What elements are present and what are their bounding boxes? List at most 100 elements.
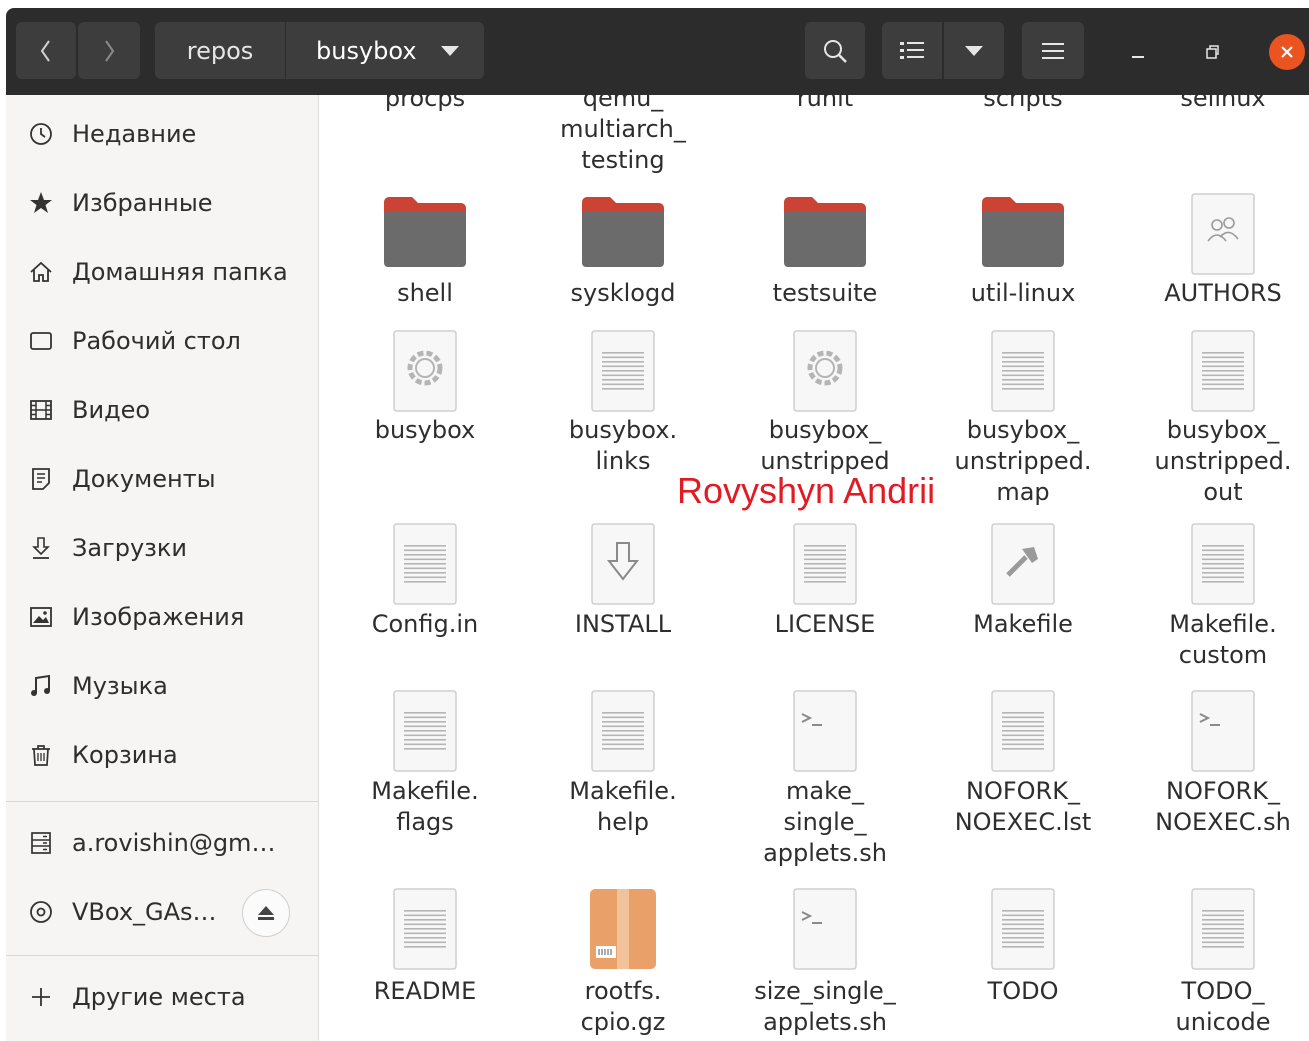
desktop-icon [26, 328, 56, 354]
minimize-button[interactable] [1118, 8, 1158, 95]
sidebar-item-documents[interactable]: Документы [6, 449, 318, 509]
archive-icon [588, 888, 658, 974]
network-drive-icon [26, 830, 56, 856]
sidebar-separator [6, 955, 318, 956]
breadcrumb-repos[interactable]: repos [155, 22, 286, 79]
file-name: make_ single_ applets.sh [763, 777, 887, 867]
folder-icon [580, 193, 666, 273]
sidebar-separator [6, 801, 318, 802]
file-name: README [373, 977, 477, 1005]
document-icon [26, 466, 56, 492]
install-icon [588, 523, 658, 609]
executable-icon [790, 330, 860, 416]
executable-icon [390, 330, 460, 416]
close-icon [1281, 45, 1293, 58]
sidebar-item-label: Недавние [72, 120, 197, 148]
file-name: NOFORK_ NOEXEC.lst [954, 777, 1092, 836]
sidebar-item-label: a.rovishin@gm… [72, 829, 276, 857]
file-grid: procps qemu_ multiarch_ testing runit scrip… [319, 95, 1309, 1041]
text-file-icon [390, 523, 460, 609]
script-icon [1188, 690, 1258, 776]
file-name: procps [384, 95, 466, 112]
clock-icon [26, 121, 56, 147]
file-name: runit [796, 95, 854, 112]
folder-icon [782, 193, 868, 273]
minimize-icon [1132, 55, 1144, 58]
sidebar-item-music[interactable]: Музыка [6, 656, 318, 716]
eject-button[interactable] [242, 889, 290, 937]
file-name: size_single_ applets.sh [754, 977, 896, 1036]
sidebar-item-starred[interactable]: Избранные [6, 173, 318, 233]
search-button[interactable] [805, 22, 865, 79]
sidebar-item-pictures[interactable]: Изображения [6, 587, 318, 647]
sidebar-item-network-drive[interactable]: a.rovishin@gm… [6, 813, 318, 873]
sidebar-item-recent[interactable]: Недавние [6, 104, 318, 164]
file-name: Makefile. help [569, 777, 677, 836]
file-name: busybox. links [568, 416, 678, 475]
file-name: util-linux [970, 279, 1076, 307]
file-name: INSTALL [574, 610, 672, 638]
trash-icon [26, 742, 56, 768]
plus-icon [26, 985, 56, 1009]
menu-button[interactable] [1022, 22, 1084, 79]
sidebar-item-trash[interactable]: Корзина [6, 725, 318, 785]
text-file-icon [588, 690, 658, 776]
script-icon [790, 888, 860, 974]
close-button[interactable] [1264, 8, 1309, 95]
sidebar-item-videos[interactable]: Видео [6, 380, 318, 440]
view-list-button[interactable] [882, 22, 942, 79]
eject-icon [258, 906, 274, 920]
music-icon [26, 673, 56, 699]
file-name: busybox_ unstripped [760, 416, 890, 475]
text-file-icon [390, 888, 460, 974]
file-name: Makefile. flags [371, 777, 479, 836]
sidebar-item-label: VBox_GAs… [72, 898, 217, 926]
file-name: shell [397, 279, 453, 307]
sidebar-item-downloads[interactable]: Загрузки [6, 518, 318, 578]
file-name: LICENSE [774, 610, 876, 638]
hamburger-icon [1042, 42, 1064, 59]
maximize-button[interactable] [1192, 8, 1232, 95]
file-name: NOFORK_ NOEXEC.sh [1155, 777, 1291, 836]
sidebar-item-label: Рабочий стол [72, 327, 241, 355]
sidebar: Недавние Избранные Домашняя папка Рабочи… [6, 95, 319, 1041]
caret-down-icon [440, 45, 459, 56]
file-name: TODO_ unicode [1175, 977, 1271, 1036]
breadcrumb-busybox[interactable]: busybox [286, 22, 484, 79]
file-name: Config.in [371, 610, 479, 638]
list-view-icon [900, 41, 924, 59]
text-file-icon [988, 888, 1058, 974]
sidebar-item-desktop[interactable]: Рабочий стол [6, 311, 318, 371]
header-bar: repos busybox [6, 8, 1309, 95]
text-file-icon [1188, 523, 1258, 609]
sidebar-item-label: Другие места [72, 983, 246, 1011]
caret-down-icon [965, 45, 983, 56]
sidebar-item-label: Видео [72, 396, 151, 424]
sidebar-item-other-places[interactable]: Другие места [6, 967, 318, 1027]
sidebar-item-label: Загрузки [72, 534, 187, 562]
sidebar-item-label: Избранные [72, 189, 213, 217]
file-name: sysklogd [570, 279, 676, 307]
forward-button[interactable] [78, 22, 140, 79]
file-name: qemu_ multiarch_ testing [560, 95, 686, 174]
disc-icon [26, 899, 56, 925]
text-file-icon [790, 523, 860, 609]
text-file-icon [1188, 888, 1258, 974]
sidebar-item-label: Музыка [72, 672, 168, 700]
sidebar-item-label: Домашняя папка [72, 258, 288, 286]
file-name: Makefile [973, 610, 1073, 638]
file-name: Makefile. custom [1169, 610, 1277, 669]
view-options-button[interactable] [944, 22, 1004, 79]
file-name: testsuite [772, 279, 878, 307]
chevron-right-icon [105, 39, 115, 62]
watermark-text: Rovyshyn Andrii [677, 470, 936, 511]
chevron-left-icon [40, 39, 50, 62]
sidebar-item-home[interactable]: Домашняя папка [6, 242, 318, 302]
sidebar-item-label: Документы [72, 465, 216, 493]
sidebar-item-label: Изображения [72, 603, 245, 631]
script-icon [790, 690, 860, 776]
authors-icon [1188, 193, 1258, 279]
back-button[interactable] [16, 22, 76, 79]
file-name: busybox_ unstripped. map [954, 416, 1092, 506]
file-name: busybox_ unstripped. out [1154, 416, 1292, 506]
